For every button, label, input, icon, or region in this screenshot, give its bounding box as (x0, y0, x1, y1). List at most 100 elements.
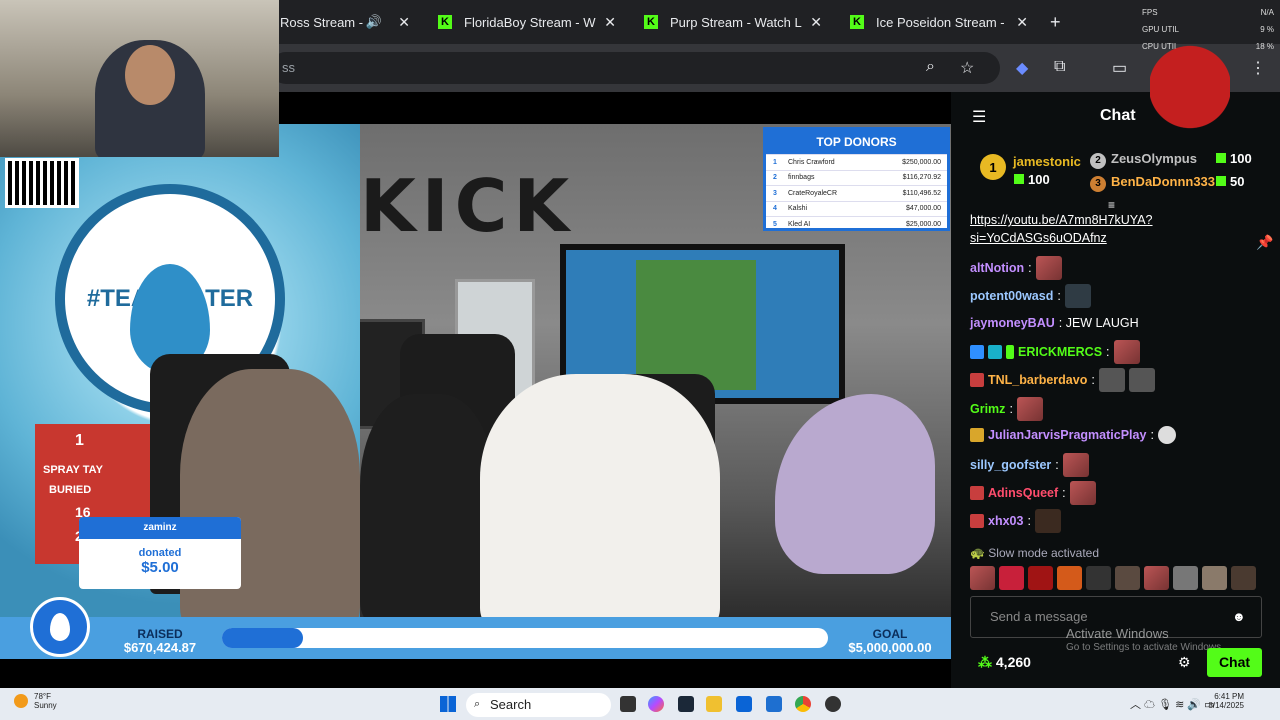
donor-row: 4 Kalshi $47,000.00 (766, 200, 947, 217)
donor-amount: $116,270.92 (902, 174, 941, 182)
expand-leaderboard-icon[interactable]: ≡ (1108, 198, 1115, 212)
emote-icon[interactable] (1028, 566, 1053, 590)
chrome-icon[interactable] (795, 696, 811, 712)
chat-username[interactable]: ERICKMERCS (1018, 345, 1102, 359)
points-value: 4,260 (995, 654, 1031, 670)
chat-username[interactable]: JulianJarvisPragmaticPlay (988, 428, 1146, 442)
outlook-icon[interactable] (766, 696, 782, 712)
emote-icon[interactable] (1115, 566, 1140, 590)
close-tab-icon[interactable]: ✕ (1016, 14, 1028, 31)
chat-username[interactable]: altNotion (970, 261, 1024, 275)
chat-message: JulianJarvisPragmaticPlay: (970, 426, 1176, 444)
goal-value: $5,000,000.00 (848, 640, 932, 655)
leaderboard-entry[interactable]: 2 (1090, 151, 1106, 169)
badge-icon (970, 514, 984, 528)
tab-title: Purp Stream - Watch L (670, 14, 802, 30)
chat-text: JEW LAUGH (1065, 316, 1139, 330)
new-tab-button[interactable]: + (1050, 12, 1061, 33)
extension-icon[interactable]: ◆ (1016, 58, 1028, 78)
board-line: SPRAY TAY (43, 464, 103, 476)
tab-ross-stream[interactable]: Ross Stream - 🔊 ✕ (280, 6, 410, 38)
emote-icon (1064, 284, 1091, 308)
windows-start-icon[interactable] (440, 696, 456, 712)
chat-username[interactable]: Grimz (970, 402, 1005, 416)
emote-icon[interactable] (1231, 566, 1256, 590)
tab-ice-poseidon-stream[interactable]: K Ice Poseidon Stream - ✕ (850, 6, 1028, 38)
emote-icon[interactable] (1144, 566, 1169, 590)
tab-title: Ice Poseidon Stream - (876, 14, 1005, 30)
channel-points[interactable]: ⁂ 4,260 (978, 654, 1031, 671)
chat-message: ERICKMERCS: (970, 340, 1140, 364)
tab-floridaboy-stream[interactable]: K FloridaBoy Stream - W ✕ (438, 6, 616, 38)
extensions-puzzle-icon[interactable]: ⧉ (1054, 58, 1065, 76)
badge-icon (970, 373, 984, 387)
chat-link[interactable]: https://youtu.be/A7mn8H7kUYA? (970, 213, 1153, 227)
inflatable-dinosaur (775, 394, 935, 574)
emoji-picker-icon[interactable]: ☻ (1232, 609, 1246, 624)
taskbar-clock[interactable]: 6:41 PM 8/14/2025 (1200, 692, 1244, 710)
close-tab-icon[interactable]: ✕ (398, 14, 410, 31)
taskbar-search[interactable]: Search (466, 693, 611, 717)
fundraiser-progress-track (222, 628, 828, 648)
emote-icon[interactable] (1086, 566, 1111, 590)
address-text: ss (282, 60, 295, 75)
points-icon: ⁂ (978, 654, 996, 670)
pin-icon[interactable]: 📌 (1256, 234, 1273, 251)
steam-icon[interactable] (678, 696, 694, 712)
webcam-overlay (0, 0, 279, 157)
board-line: 1 (75, 432, 84, 449)
close-tab-icon[interactable]: ✕ (810, 14, 822, 31)
emote-icon[interactable] (1173, 566, 1198, 590)
emote-picker-row (970, 566, 1256, 590)
task-view-icon[interactable] (620, 696, 636, 712)
leaderboard-name[interactable]: BenDaDonnn333 (1111, 174, 1215, 189)
emote-icon (1062, 453, 1089, 477)
emote-icon[interactable] (970, 566, 995, 590)
speaker-icon[interactable]: 🔊 (366, 14, 382, 30)
gift-icon (1216, 176, 1226, 186)
emote-icon[interactable] (999, 566, 1024, 590)
donation-amount: $5.00 (141, 559, 179, 576)
browser-menu-icon[interactable]: ⋮ (1250, 58, 1266, 78)
donor-amount: $47,000.00 (905, 205, 941, 213)
chat-link[interactable]: si=YoCdASGs6uODAfnz (970, 231, 1107, 245)
donor-name: Kalshi (788, 205, 808, 213)
emote-icon[interactable] (1202, 566, 1227, 590)
stat-value: 18 % (1255, 42, 1274, 51)
stat-value: 9 % (1260, 25, 1274, 34)
address-bar[interactable]: ss (270, 52, 1000, 84)
water-drop-icon (50, 613, 70, 641)
chat-settings-gear-icon[interactable]: ⚙ (1178, 654, 1191, 671)
leaderboard-name[interactable]: ZeusOlympus (1111, 151, 1197, 166)
chat-username[interactable]: TNL_barberdavo (988, 373, 1087, 387)
leaderboard-name[interactable]: jamestonic (1013, 154, 1081, 169)
leaderboard-count-value: 100 (1028, 172, 1050, 187)
chat-username[interactable]: potent00wasd (970, 289, 1053, 303)
gift-icon (1216, 153, 1226, 163)
send-chat-button[interactable]: Chat (1207, 648, 1262, 677)
donor-rank: 4 (773, 205, 777, 213)
bookmark-star-icon[interactable]: ☆ (960, 58, 974, 78)
obs-icon[interactable] (825, 696, 841, 712)
chat-username[interactable]: xhx03 (988, 514, 1023, 528)
copilot-icon[interactable] (648, 696, 664, 712)
chat-username[interactable]: jaymoneyBAU (970, 316, 1055, 330)
chat-username[interactable]: AdinsQueef (988, 486, 1058, 500)
chat-username[interactable]: silly_goofster (970, 458, 1051, 472)
file-explorer-icon[interactable] (706, 696, 722, 712)
windows-taskbar (0, 688, 1280, 720)
emote-icon[interactable] (1057, 566, 1082, 590)
tab-title: Ross Stream - (280, 14, 364, 30)
collapse-chat-icon[interactable]: ☰ (972, 107, 986, 127)
leaderboard-entry[interactable]: 3 (1090, 174, 1106, 192)
emote-icon (1034, 509, 1061, 533)
store-icon[interactable] (736, 696, 752, 712)
goal-label: GOAL (872, 627, 908, 641)
donor-rank: 3 (773, 189, 777, 197)
tab-purp-stream[interactable]: K Purp Stream - Watch L ✕ (644, 6, 822, 38)
leaderboard-count: 100 (1216, 151, 1252, 166)
close-tab-icon[interactable]: ✕ (604, 14, 616, 31)
zoom-icon[interactable]: ⌕ (926, 58, 935, 76)
leaderboard-entry[interactable]: 1 (980, 154, 1006, 180)
cast-icon[interactable]: ▭ (1112, 58, 1127, 78)
